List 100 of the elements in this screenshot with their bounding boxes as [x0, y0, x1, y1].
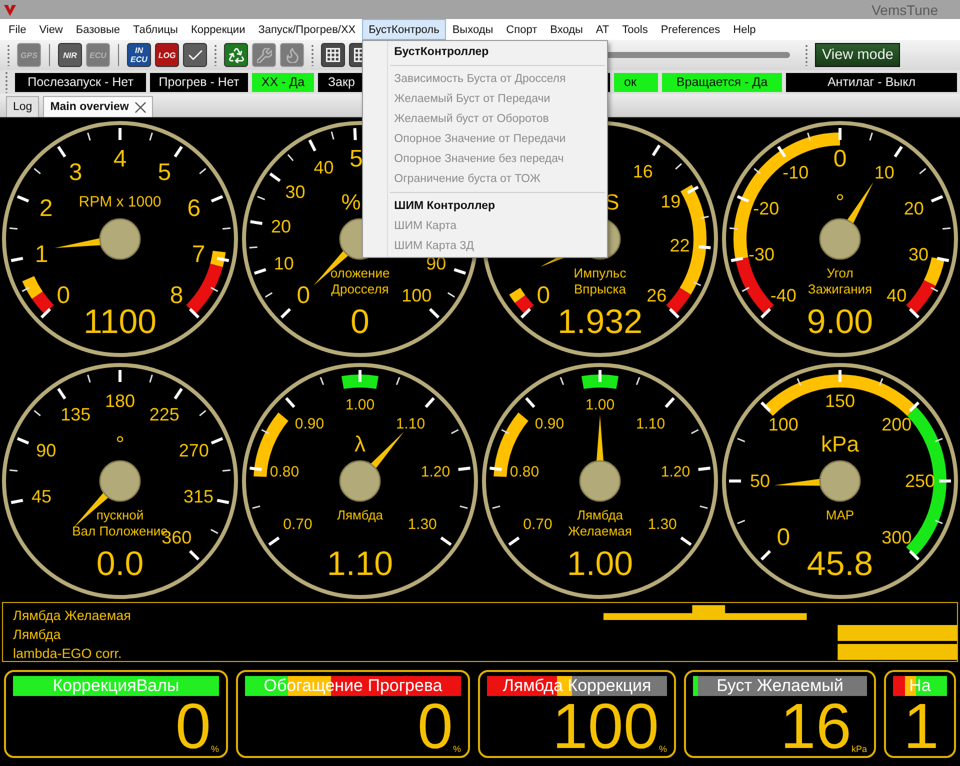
- status-indicator: Вращается - Да: [662, 72, 782, 92]
- gauge-tick-label: 1.30: [648, 516, 677, 534]
- menu-item[interactable]: Спорт: [500, 19, 544, 40]
- gauge-tick-label: 19: [660, 192, 681, 212]
- card-value: 16: [780, 696, 852, 756]
- gauge-unit: %: [341, 190, 361, 214]
- gauge-value: 9.00: [806, 303, 874, 341]
- gauge-value: 0.0: [96, 545, 144, 583]
- gauge-tick-label: 7: [192, 241, 206, 268]
- legend-label: Лямбда Желаемая: [13, 607, 132, 625]
- gauge-tick-label: -10: [782, 162, 809, 182]
- gauge-tick-label: 30: [908, 244, 929, 265]
- card-value: 1: [903, 696, 939, 756]
- gauge-tick-label: 1.10: [396, 416, 426, 433]
- gauge-tick-label: 0: [296, 282, 310, 310]
- card-unit: kPa: [851, 744, 867, 754]
- gauge-unit: °: [116, 432, 124, 456]
- gauge-tick-label: 0.70: [283, 516, 312, 534]
- gauge-tick-label: 26: [646, 286, 667, 306]
- gauge-tick-label: 1: [34, 241, 48, 268]
- gauge-tick-label: 40: [886, 286, 907, 306]
- menu-entry[interactable]: ШИМ Контроллер: [363, 196, 608, 216]
- menu-item[interactable]: Базовые: [69, 19, 127, 40]
- tab[interactable]: Main overview: [43, 96, 153, 117]
- menu-item[interactable]: Коррекции: [184, 19, 252, 40]
- gauge-title: Импульс: [574, 266, 626, 280]
- gauge-value: 0: [350, 303, 370, 341]
- gauge-tick-label: 100: [402, 286, 432, 306]
- gauge-unit: RPM x 1000: [78, 194, 162, 210]
- menu-item[interactable]: View: [32, 19, 70, 40]
- card-unit: %: [210, 744, 219, 754]
- window-title: VemsTune: [872, 2, 938, 18]
- gauge-value: 45.8: [806, 545, 874, 583]
- gauge-title: Лямбда: [336, 508, 384, 522]
- tab[interactable]: Log: [6, 96, 40, 117]
- menu-item[interactable]: Таблицы: [126, 19, 184, 40]
- menu-item[interactable]: Входы: [544, 19, 590, 40]
- gauge-tick-label: 0.90: [534, 416, 564, 433]
- menu-item[interactable]: Tools: [616, 19, 654, 40]
- gauge-unit: λ: [354, 432, 366, 456]
- gauge-tick-label: 6: [187, 194, 201, 222]
- gauge-title: Лямбда: [576, 508, 624, 522]
- legend-label: lambda-EGO corr.: [13, 645, 123, 663]
- gauge-needle: [73, 460, 141, 528]
- toolbar-button[interactable]: NIR: [58, 43, 82, 67]
- gauge-tick-label: 2: [39, 194, 53, 222]
- menu-item[interactable]: Preferences: [654, 19, 727, 40]
- toolbar-button[interactable]: [183, 43, 207, 67]
- card-title: Обогащение Прогрева: [262, 676, 444, 696]
- menu-item[interactable]: БустКонтроль: [362, 19, 446, 40]
- menu-item[interactable]: AT: [589, 19, 616, 40]
- gauge-tick-label: 22: [670, 235, 690, 256]
- toolbar-button[interactable]: [224, 43, 248, 67]
- menu-entry[interactable]: БустКонтроллер: [363, 42, 608, 62]
- gauge-tick-label: 0.70: [523, 516, 552, 534]
- gauge-tick-label: 20: [904, 198, 924, 218]
- view-mode-button[interactable]: View mode: [815, 43, 900, 67]
- gauge-tick-label: 100: [768, 414, 798, 434]
- menu-item[interactable]: Выходы: [446, 19, 500, 40]
- gauge-tick-label: 270: [178, 440, 209, 460]
- gauge-tick-label: 3: [68, 159, 82, 186]
- gauge-title: Дросселя: [331, 282, 389, 296]
- gauge-title: Впрыска: [574, 282, 626, 296]
- menu-item[interactable]: File: [2, 19, 33, 40]
- gauge-tick-label: 0: [776, 524, 790, 552]
- gauge-tick-label: 90: [36, 440, 56, 460]
- card-unit: %: [658, 744, 667, 754]
- gauge-tick-label: 315: [183, 486, 214, 507]
- gauge-title: Зажигания: [808, 282, 872, 296]
- gauge-needle: [339, 432, 404, 502]
- gauge-unit: kPa: [821, 432, 859, 456]
- close-icon[interactable]: [134, 102, 146, 112]
- gauge-tick-label: 0: [56, 282, 70, 310]
- menu-item[interactable]: Help: [726, 19, 762, 40]
- gauge-tick-label: 30: [285, 182, 306, 202]
- card-value: 100: [552, 696, 659, 756]
- gauge-tick-label: 200: [882, 414, 912, 434]
- gauge-tick-label: 1.20: [420, 464, 450, 481]
- gauge-tick-label: -20: [753, 198, 780, 218]
- gauge-tick-label: -30: [748, 244, 774, 265]
- toolbar-button[interactable]: [321, 43, 345, 67]
- gauge-value: 1100: [83, 303, 157, 341]
- toolbar-button[interactable]: LOG: [155, 43, 179, 67]
- toolbar-button[interactable]: IN ECU: [127, 43, 151, 67]
- gauge-tick-label: 135: [60, 404, 91, 424]
- gauge-tick-label: 0.80: [270, 464, 300, 481]
- gauge-value: 1.932: [557, 303, 643, 341]
- gauge-tick-label: 10: [274, 254, 294, 274]
- menu-item[interactable]: Запуск/Прогрев/ХХ: [252, 19, 362, 40]
- gauge-title: пускной: [96, 508, 144, 522]
- gauge-tick-label: 8: [170, 282, 184, 310]
- gauge-title: MAP: [826, 508, 854, 522]
- gauge-tick-label: 40: [314, 158, 334, 178]
- gauge-tick-label: 150: [824, 391, 856, 411]
- gauge-tick-label: 0: [536, 282, 550, 310]
- logo-icon: [4, 4, 16, 16]
- wrench-icon: [256, 48, 272, 62]
- gauge-tick-label: 45: [31, 486, 52, 507]
- gauge-tick-label: 1.10: [636, 416, 666, 433]
- card-unit: %: [452, 744, 461, 754]
